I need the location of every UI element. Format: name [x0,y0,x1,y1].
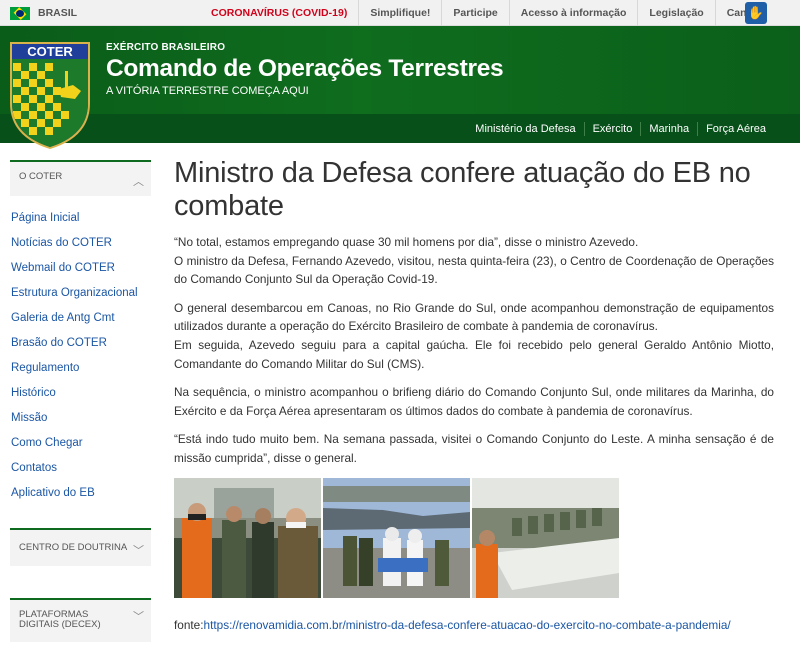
sidebar-section-title: CENTRO DE DOUTRINA [19,542,128,553]
sidebar-item-estrutura[interactable]: Estrutura Organizacional [10,281,151,306]
article-text: O general desembarcou em Canoas, no Rio … [174,300,774,334]
sidebar-item-missao[interactable]: Missão [10,406,151,431]
shield-label: COTER [27,44,73,59]
govbar-link-participe[interactable]: Participe [441,0,508,26]
vlibras-hands-icon[interactable]: ✋ [745,2,767,24]
article-body: “No total, estamos empregando quase 30 m… [174,233,774,468]
photo-briefing-room[interactable] [472,477,619,598]
article-paragraph: O general desembarcou em Canoas, no Rio … [174,299,774,373]
article-source: fonte:https://renovamidia.com.br/ministr… [174,618,774,632]
header-slogan: A VITÓRIA TERRESTRE COMEÇA AQUI [106,85,309,97]
sidebar-item-noticias[interactable]: Notícias do COTER [10,231,151,256]
govbar-link-covid[interactable]: CORONAVÍRUS (COVID-19) [200,0,358,26]
article: Ministro da Defesa confere atuação do EB… [174,157,774,632]
sidebar-menu: Página Inicial Notícias do COTER Webmail… [10,206,151,506]
sidebar-section-coter[interactable]: O COTER ︿ [10,160,151,196]
chevron-up-icon[interactable]: ︿ [133,173,144,189]
photo-minister-military[interactable] [174,477,321,598]
gov-links: CORONAVÍRUS (COVID-19) Simplifique! Part… [200,0,772,26]
nav-link-forca-aerea[interactable]: Força Aérea [697,121,774,136]
source-link[interactable]: https://renovamidia.com.br/ministro-da-d… [204,618,731,632]
header-org: EXÉRCITO BRASILEIRO [106,42,226,53]
sidebar-item-como-chegar[interactable]: Como Chegar [10,431,151,456]
header-title[interactable]: Comando de Operações Terrestres [106,55,504,83]
govbar-link-simplifique[interactable]: Simplifique! [358,0,441,26]
govbar-link-acesso[interactable]: Acesso à informação [508,0,638,26]
nav-link-ministerio[interactable]: Ministério da Defesa [467,122,583,136]
article-paragraph: “Está indo tudo muito bem. Na semana pas… [174,432,774,465]
sidebar-item-galeria[interactable]: Galeria de Antg Cmt [10,306,151,331]
article-text: O ministro da Defesa, Fernando Azevedo, … [174,253,774,287]
sidebar-section-title: O COTER [19,171,63,182]
article-paragraph: Na sequência, o ministro acompanhou o br… [174,385,774,418]
article-text: Em seguida, Azevedo seguiu para a capita… [174,337,774,371]
sidebar-item-webmail[interactable]: Webmail do COTER [10,256,151,281]
nav-link-exercito[interactable]: Exército [583,121,641,136]
sidebar-item-historico[interactable]: Histórico [10,381,151,406]
header-nav: Ministério da Defesa Exército Marinha Fo… [467,114,774,143]
govbar-link-legislacao[interactable]: Legislação [637,0,714,26]
gov-bar: BRASIL CORONAVÍRUS (COVID-19) Simplifiqu… [0,0,800,26]
sidebar-section-doutrina[interactable]: CENTRO DE DOUTRINA ﹀ [10,528,151,566]
nav-link-marinha[interactable]: Marinha [640,121,697,136]
sidebar-section-title: PLATAFORMAS DIGITAIS (DECEX) [19,609,101,630]
sidebar: O COTER ︿ Página Inicial Notícias do COT… [10,160,151,506]
article-paragraph: “No total, estamos empregando quase 30 m… [174,233,774,289]
country-link[interactable]: BRASIL [38,7,77,19]
sidebar-item-regulamento[interactable]: Regulamento [10,356,151,381]
photo-gallery [174,477,774,598]
article-title: Ministro da Defesa confere atuação do EB… [174,157,751,222]
site-header: COTER EXÉRCITO BRASILEIRO Comando de Ope… [0,26,800,149]
chevron-down-icon[interactable]: ﹀ [133,542,144,558]
sidebar-section-plataformas[interactable]: PLATAFORMAS DIGITAIS (DECEX) ﹀ [10,598,151,642]
photo-aircraft-demo[interactable] [323,477,470,598]
sidebar-item-contatos[interactable]: Contatos [10,456,151,481]
source-label: fonte: [174,617,204,632]
coter-shield-logo[interactable]: COTER [9,41,91,149]
brazil-flag-icon [10,7,30,20]
sidebar-item-aplicativo[interactable]: Aplicativo do EB [10,481,151,506]
article-quote: “No total, estamos empregando quase 30 m… [174,235,639,249]
sidebar-item-pagina-inicial[interactable]: Página Inicial [10,206,151,231]
sidebar-item-brasao[interactable]: Brasão do COTER [10,331,151,356]
chevron-down-icon[interactable]: ﹀ [133,612,144,623]
